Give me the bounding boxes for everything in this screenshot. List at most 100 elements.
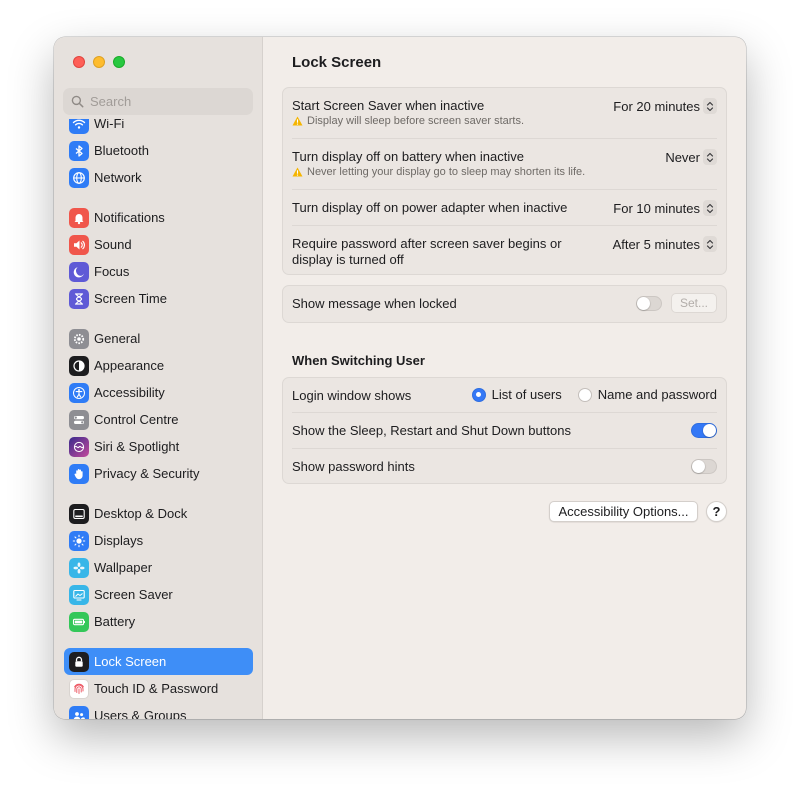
power-adapter-label: Turn display off on power adapter when i… — [292, 200, 568, 215]
sidebar-item-label: Touch ID & Password — [94, 681, 219, 696]
screen-saver-warning: Display will sleep before screen saver s… — [292, 115, 524, 127]
sidebar-item-accessibility[interactable]: Accessibility — [64, 379, 253, 406]
screen-saver-row: Start Screen Saver when inactive Display… — [292, 88, 717, 139]
search-icon — [71, 95, 84, 108]
sidebar-item-bluetooth[interactable]: Bluetooth — [64, 137, 253, 164]
appearance-icon — [69, 355, 89, 376]
globe-icon — [69, 167, 89, 188]
sidebar-item-lock-screen[interactable]: Lock Screen — [64, 648, 253, 675]
section-title-switching-user: When Switching User — [292, 353, 425, 368]
sidebar-item-displays[interactable]: Displays — [64, 527, 253, 554]
sidebar-item-control-centre[interactable]: Control Centre — [64, 406, 253, 433]
search-input[interactable] — [90, 94, 250, 109]
help-button[interactable]: ? — [706, 501, 727, 522]
login-window-radio-group: List of users Name and password — [471, 387, 717, 402]
sidebar-item-screen-saver[interactable]: Screen Saver — [64, 581, 253, 608]
switching-user-group: Login window shows List of users Name an… — [282, 377, 727, 484]
screen-saver-warning-text: Display will sleep before screen saver s… — [307, 115, 525, 127]
chevron-up-down-icon — [703, 149, 717, 165]
sidebar-item-network[interactable]: Network — [64, 164, 253, 191]
sidebar-item-label: Desktop & Dock — [94, 506, 188, 521]
zoom-button[interactable] — [113, 56, 125, 68]
close-button[interactable] — [73, 56, 85, 68]
sidebar-item-wifi[interactable]: Wi-Fi — [64, 119, 253, 137]
sidebar-item-screen-time[interactable]: Screen Time — [64, 285, 253, 312]
battery-warning: Never letting your display go to sleep m… — [292, 166, 585, 178]
login-window-label: Login window shows — [292, 388, 412, 403]
sidebar-item-label: Sound — [94, 237, 132, 252]
minimize-button[interactable] — [93, 56, 105, 68]
battery-row: Turn display off on battery when inactiv… — [292, 139, 717, 190]
sleep-restart-row: Show the Sleep, Restart and Shut Down bu… — [292, 413, 717, 449]
flower-icon — [69, 557, 89, 578]
sidebar-item-label: Bluetooth — [94, 143, 149, 158]
sidebar-item-label: General — [94, 331, 141, 346]
sidebar-item-label: Screen Saver — [94, 587, 173, 602]
password-hints-toggle[interactable] — [691, 459, 717, 474]
radio-dot — [471, 387, 486, 402]
sidebar-item-label: Network — [94, 170, 142, 185]
battery-warning-text: Never letting your display go to sleep m… — [307, 166, 586, 178]
sidebar-item-appearance[interactable]: Appearance — [64, 352, 253, 379]
power-adapter-popup[interactable]: For 10 minutes — [613, 200, 717, 216]
sun-icon — [69, 530, 89, 551]
accessibility-icon — [69, 382, 89, 403]
chevron-up-down-icon — [703, 236, 717, 252]
sidebar-item-wallpaper[interactable]: Wallpaper — [64, 554, 253, 581]
search-field[interactable] — [63, 88, 253, 115]
screen-saver-label: Start Screen Saver when inactive — [292, 98, 485, 113]
sidebar-item-desktop-dock[interactable]: Desktop & Dock — [64, 500, 253, 527]
sidebar-item-label: Privacy & Security — [94, 466, 200, 481]
screen-saver-value: For 20 minutes — [613, 98, 700, 114]
speaker-icon — [69, 234, 89, 255]
window-controls — [73, 56, 125, 68]
page-title: Lock Screen — [292, 54, 382, 71]
power-adapter-row: Turn display off on power adapter when i… — [292, 190, 717, 226]
sidebar-item-focus[interactable]: Focus — [64, 258, 253, 285]
sidebar-item-sound[interactable]: Sound — [64, 231, 253, 258]
sidebar-item-label: Siri & Spotlight — [94, 439, 180, 454]
bluetooth-icon — [69, 140, 89, 161]
toggle-knob — [637, 297, 650, 310]
sidebar-item-privacy-security[interactable]: Privacy & Security — [64, 460, 253, 487]
password-hints-row: Show password hints — [292, 449, 717, 483]
sidebar-item-label: Displays — [94, 533, 144, 548]
screen-saver-popup[interactable]: For 20 minutes — [613, 98, 717, 114]
sidebar-item-label: Focus — [94, 264, 130, 279]
show-message-label: Show message when locked — [292, 296, 457, 311]
hand-icon — [69, 463, 89, 484]
battery-icon — [69, 611, 89, 632]
sidebar-item-notifications[interactable]: Notifications — [64, 204, 253, 231]
toggle-knob — [692, 460, 705, 473]
sleep-restart-label: Show the Sleep, Restart and Shut Down bu… — [292, 423, 571, 438]
sidebar-item-label: Battery — [94, 614, 136, 629]
dock-icon — [69, 503, 89, 524]
main-pane: Lock Screen Start Screen Saver when inac… — [263, 37, 746, 719]
sidebar-item-label: Wallpaper — [94, 560, 153, 575]
gear-icon — [69, 328, 89, 349]
radio-list-of-users[interactable]: List of users — [471, 387, 562, 402]
sidebar-list: Wi-Fi Bluetooth Network Notifications So… — [54, 119, 263, 719]
sidebar-item-label: Notifications — [94, 210, 165, 225]
sleep-restart-toggle[interactable] — [691, 423, 717, 438]
sidebar-item-touch-id-password[interactable]: Touch ID & Password — [64, 675, 253, 702]
sidebar-item-battery[interactable]: Battery — [64, 608, 253, 635]
sidebar-item-label: Control Centre — [94, 412, 179, 427]
require-password-label: Require password after screen saver begi… — [292, 236, 562, 268]
sidebar-item-general[interactable]: General — [64, 325, 253, 352]
sidebar-item-users-groups[interactable]: Users & Groups — [64, 702, 253, 719]
screen-saver-group: Start Screen Saver when inactive Display… — [282, 87, 727, 275]
show-message-toggle[interactable] — [636, 296, 662, 311]
lock-icon — [69, 651, 89, 672]
sidebar-item-label: Wi-Fi — [94, 119, 125, 131]
sidebar: Wi-Fi Bluetooth Network — [54, 37, 263, 719]
sidebar-item-label: Lock Screen — [94, 654, 167, 669]
sidebar-item-siri-spotlight[interactable]: Siri & Spotlight — [64, 433, 253, 460]
require-password-popup[interactable]: After 5 minutes — [613, 236, 717, 252]
battery-value: Never — [665, 149, 700, 165]
set-message-button[interactable]: Set... — [671, 293, 717, 313]
accessibility-options-button[interactable]: Accessibility Options... — [549, 501, 698, 522]
radio-name-and-password[interactable]: Name and password — [577, 387, 717, 402]
users-icon — [69, 705, 89, 719]
battery-popup[interactable]: Never — [665, 149, 717, 165]
